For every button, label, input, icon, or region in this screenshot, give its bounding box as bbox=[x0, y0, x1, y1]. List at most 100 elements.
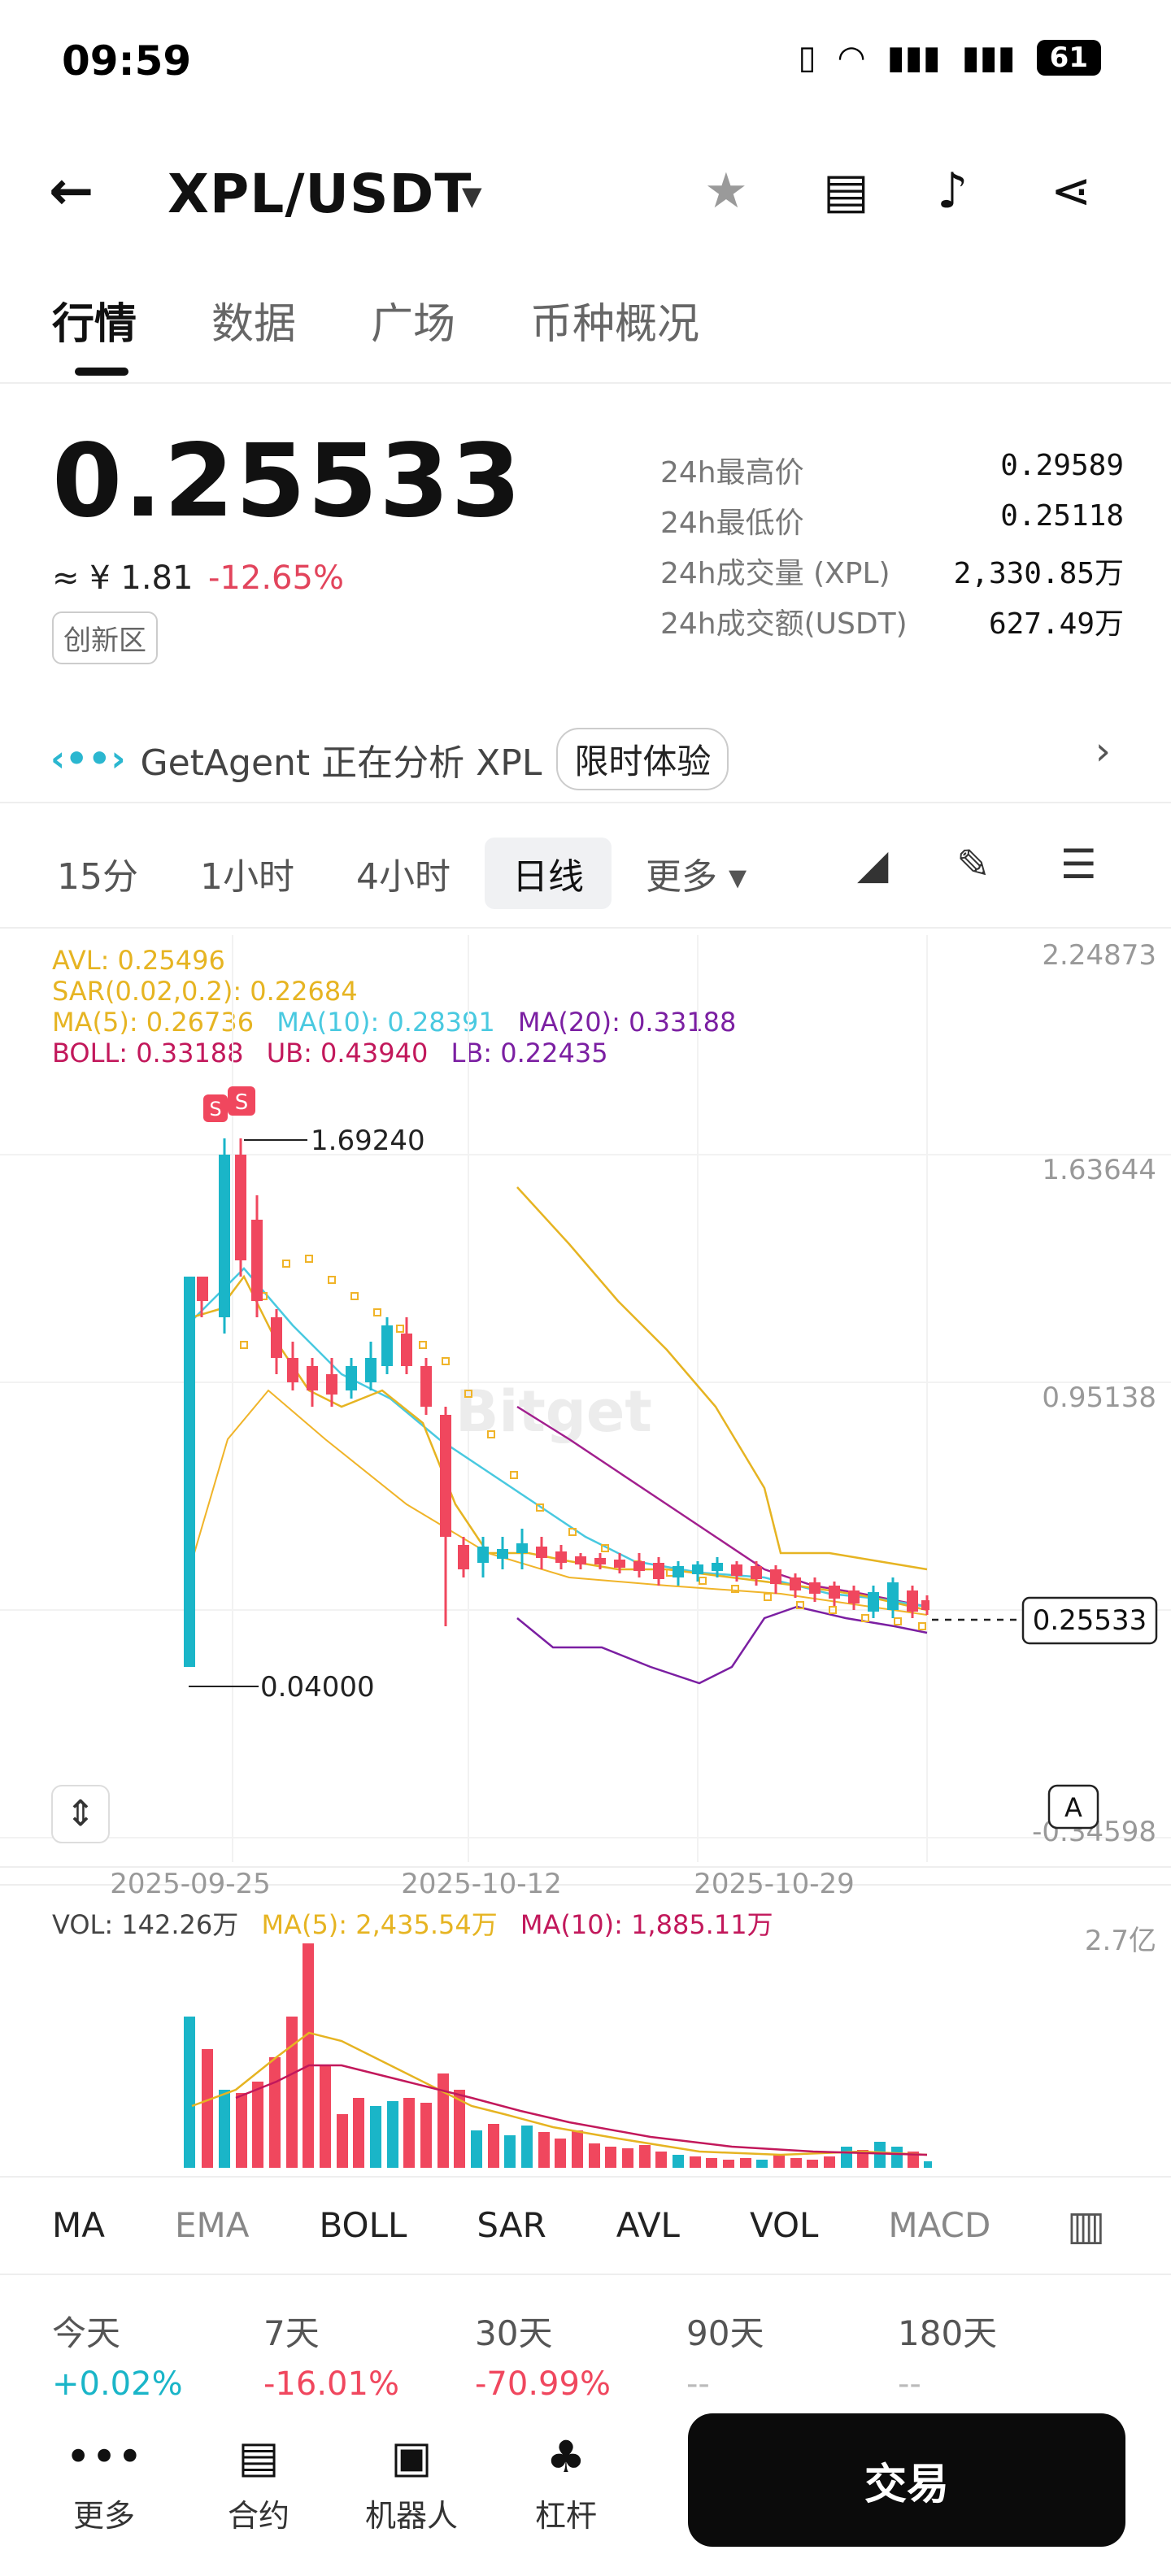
getagent-logo-icon: ‹••› bbox=[50, 738, 126, 780]
stat-high: 24h最高价 0.29589 bbox=[660, 449, 1124, 499]
perf-value: -16.01% bbox=[263, 2365, 399, 2403]
nav-label: 更多 bbox=[72, 2498, 135, 2534]
perf-90d: 90天 -- bbox=[686, 2306, 898, 2403]
candlestick-chart[interactable]: Bitget 2.24873 1.63644 0.95138 -0.34598 bbox=[0, 935, 1171, 2171]
trade-button[interactable]: 交易 bbox=[688, 2413, 1125, 2547]
indicator-vol[interactable]: VOL bbox=[750, 2205, 818, 2245]
vol-ma5-line bbox=[191, 2031, 928, 2156]
nav-label: 杠杆 bbox=[534, 2498, 597, 2534]
perf-value: +0.02% bbox=[52, 2365, 183, 2403]
tab-overview[interactable]: 币种概况 bbox=[530, 289, 699, 350]
stat-volume: 24h成交量 (XPL) 2,330.85万 bbox=[660, 550, 1124, 600]
indicator-avl[interactable]: AVL bbox=[616, 2205, 680, 2245]
divider bbox=[0, 2176, 1171, 2178]
current-price-label: 0.25533 bbox=[1033, 1604, 1147, 1637]
legend-volume: VOL: 142.26万 MA(5): 2,435.54万 MA(10): 1,… bbox=[52, 1904, 788, 1942]
tab-market[interactable]: 行情 bbox=[52, 289, 137, 350]
perf-today: 今天 +0.02% bbox=[52, 2306, 263, 2403]
status-icons: ▯ ◠ ▮▮▮ ▮▮▮ 61 bbox=[799, 39, 1101, 76]
stat-value: 0.29589 bbox=[1000, 449, 1124, 482]
perf-value: -70.99% bbox=[475, 2365, 611, 2403]
cny-price: ≈ ¥ 1.81 bbox=[52, 559, 194, 597]
divider bbox=[0, 802, 1171, 803]
getagent-banner[interactable]: ‹••› GetAgent 正在分析 XPL 限时体验 bbox=[50, 728, 729, 790]
robot-icon: ▣ bbox=[390, 2431, 433, 2482]
svg-text:S: S bbox=[235, 1090, 249, 1115]
contract-icon: ▤ bbox=[237, 2431, 280, 2482]
getagent-text: GetAgent 正在分析 XPL bbox=[140, 742, 542, 784]
nav-label: 合约 bbox=[227, 2498, 289, 2534]
signal-5g-icon-2: ▮▮▮ bbox=[961, 39, 1016, 76]
vol-ma10-value: MA(10): 1,885.11万 bbox=[520, 1909, 773, 1940]
perf-label: 7天 bbox=[263, 2313, 320, 2353]
notebook-icon[interactable]: ▤ bbox=[823, 163, 869, 220]
stat-value: 2,330.85万 bbox=[953, 557, 1124, 590]
chart-type-icon[interactable]: ◢ bbox=[857, 841, 888, 888]
interval-1h[interactable]: 1小时 bbox=[200, 847, 294, 899]
tab-square[interactable]: 广场 bbox=[371, 289, 455, 350]
star-icon[interactable]: ★ bbox=[704, 163, 748, 220]
status-time: 09:59 bbox=[62, 37, 192, 85]
stat-turnover: 24h成交额(USDT) 627.49万 bbox=[660, 600, 1124, 651]
pair-dropdown-icon[interactable]: ▼ bbox=[462, 181, 482, 211]
indicator-sar[interactable]: SAR bbox=[477, 2205, 546, 2245]
price-alert-icon[interactable]: ♪ bbox=[937, 163, 968, 220]
auto-scale-label: A bbox=[1064, 1792, 1082, 1823]
expand-icon: ⇕ bbox=[66, 1793, 96, 1834]
divider bbox=[0, 2274, 1171, 2275]
perf-value: -- bbox=[686, 2365, 710, 2403]
indicator-ema[interactable]: EMA bbox=[175, 2205, 250, 2245]
boll-lower-line bbox=[516, 1605, 928, 1685]
wifi-icon: ◠ bbox=[837, 39, 866, 76]
divider bbox=[0, 927, 1171, 929]
perf-label: 30天 bbox=[475, 2313, 553, 2353]
chevron-right-icon[interactable]: › bbox=[1095, 729, 1111, 774]
stat-low: 24h最低价 0.25118 bbox=[660, 499, 1124, 550]
nav-contract[interactable]: ▤ 合约 bbox=[210, 2431, 307, 2535]
interval-more[interactable]: 更多 ▾ bbox=[646, 847, 747, 899]
perf-value: -- bbox=[898, 2365, 921, 2403]
perf-label: 180天 bbox=[898, 2313, 998, 2353]
back-icon[interactable]: ← bbox=[49, 159, 94, 222]
nav-more[interactable]: ••• 更多 bbox=[55, 2431, 153, 2535]
perf-180d: 180天 -- bbox=[898, 2306, 1109, 2403]
indicator-boll[interactable]: BOLL bbox=[319, 2205, 407, 2245]
draw-tool-icon[interactable]: ✎ bbox=[956, 841, 990, 888]
interval-selector: 15分 1小时 4小时 日线 更多 ▾ bbox=[57, 838, 808, 909]
vol-axis-label: 2.7亿 bbox=[1085, 1925, 1156, 1957]
low-mark-label: 0.04000 bbox=[260, 1671, 375, 1704]
margin-icon: ♣ bbox=[546, 2431, 586, 2482]
stat-label: 24h成交额(USDT) bbox=[660, 607, 908, 641]
tab-data[interactable]: 数据 bbox=[211, 289, 296, 350]
nav-robot[interactable]: ▣ 机器人 bbox=[363, 2431, 460, 2535]
interval-1d[interactable]: 日线 bbox=[485, 838, 612, 909]
price-change: -12.65% bbox=[208, 559, 344, 597]
divider bbox=[0, 382, 1171, 384]
last-price: 0.25533 bbox=[52, 423, 523, 540]
stat-label: 24h最低价 bbox=[660, 507, 804, 540]
indicator-settings-icon[interactable]: ▥ bbox=[1067, 2202, 1105, 2249]
chart-settings-icon[interactable]: ☰ bbox=[1060, 841, 1097, 888]
interval-15m[interactable]: 15分 bbox=[57, 847, 138, 899]
perf-30d: 30天 -70.99% bbox=[475, 2306, 686, 2403]
sell-marker-icon: S S bbox=[203, 1086, 255, 1122]
share-icon[interactable]: ⋖ bbox=[1051, 163, 1091, 220]
nav-margin[interactable]: ♣ 杠杆 bbox=[517, 2431, 615, 2535]
y-axis-label: 1.63644 bbox=[1042, 1154, 1156, 1186]
stats-panel: 24h最高价 0.29589 24h最低价 0.25118 24h成交量 (XP… bbox=[660, 449, 1124, 651]
indicator-tabs: MA EMA BOLL SAR AVL VOL MACD bbox=[52, 2205, 990, 2245]
stat-label: 24h成交量 (XPL) bbox=[660, 557, 890, 590]
x-axis-label: 2025-09-25 bbox=[110, 1868, 271, 1900]
indicator-macd[interactable]: MACD bbox=[888, 2205, 990, 2245]
trial-pill[interactable]: 限时体验 bbox=[556, 728, 729, 790]
y-axis-label: 0.95138 bbox=[1042, 1382, 1156, 1414]
pair-title[interactable]: XPL/USDT bbox=[168, 163, 472, 225]
interval-4h[interactable]: 4小时 bbox=[356, 847, 451, 899]
tab-active-indicator bbox=[75, 368, 128, 376]
svg-text:S: S bbox=[209, 1098, 221, 1120]
x-axis-label: 2025-10-29 bbox=[694, 1868, 855, 1900]
stat-value: 0.25118 bbox=[1000, 499, 1124, 533]
stat-value: 627.49万 bbox=[988, 607, 1124, 641]
indicator-ma[interactable]: MA bbox=[52, 2205, 105, 2245]
zone-badge[interactable]: 创新区 bbox=[52, 611, 158, 664]
